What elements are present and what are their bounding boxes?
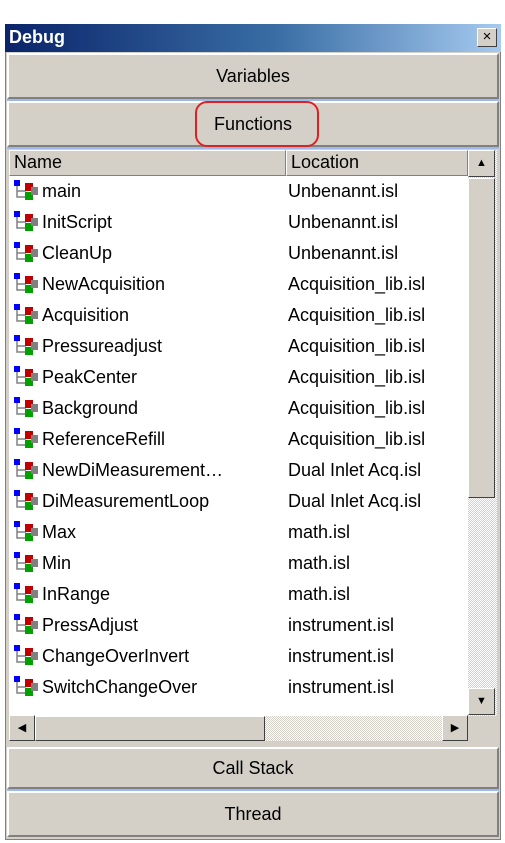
scroll-right-button[interactable]: ▶ <box>442 715 468 741</box>
function-tree-icon <box>13 489 41 511</box>
function-name: NewAcquisition <box>42 274 166 294</box>
highlight-circle <box>195 101 319 147</box>
function-tree-icon <box>13 303 41 325</box>
function-location: Acquisition_lib.isl <box>288 398 426 418</box>
function-location: Acquisition_lib.isl <box>288 336 426 356</box>
function-location: math.isl <box>288 553 351 573</box>
list-item[interactable]: ReferenceRefill Acquisition_lib.isl <box>9 424 468 455</box>
list-item[interactable]: DiMeasurementLoop Dual Inlet Acq.isl <box>9 486 468 517</box>
function-name: Max <box>42 522 77 542</box>
vertical-scroll-thumb[interactable] <box>468 178 495 498</box>
scroll-left-button[interactable]: ◀ <box>9 715 35 741</box>
function-location: Dual Inlet Acq.isl <box>288 460 422 480</box>
function-location: math.isl <box>288 522 351 542</box>
close-button[interactable]: × <box>477 28 497 47</box>
list-item[interactable]: PressAdjust instrument.isl <box>9 610 468 641</box>
horizontal-scrollbar[interactable]: ◀ ▶ <box>9 715 468 741</box>
function-location: instrument.isl <box>288 677 395 697</box>
function-name: Pressureadjust <box>42 336 163 356</box>
list-item[interactable]: Min math.isl <box>9 548 468 579</box>
function-tree-icon <box>13 551 41 573</box>
function-tree-icon <box>13 520 41 542</box>
thread-button[interactable]: Thread <box>7 791 499 837</box>
function-location: instrument.isl <box>288 646 395 666</box>
function-name: InRange <box>42 584 111 604</box>
function-location: Dual Inlet Acq.isl <box>288 491 422 511</box>
function-location: math.isl <box>288 584 351 604</box>
call-stack-button[interactable]: Call Stack <box>7 747 499 789</box>
variables-button[interactable]: Variables <box>7 53 499 99</box>
function-name: Background <box>42 398 139 418</box>
window-title: Debug <box>9 27 65 47</box>
list-item[interactable]: PeakCenter Acquisition_lib.isl <box>9 362 468 393</box>
title-bar: Debug × <box>5 24 501 52</box>
list-item[interactable]: NewAcquisition Acquisition_lib.isl <box>9 269 468 300</box>
function-name: PeakCenter <box>42 367 138 387</box>
function-tree-icon <box>13 334 41 356</box>
vertical-scrollbar[interactable]: ▲ ▼ <box>468 150 497 716</box>
function-name: InitScript <box>42 212 113 232</box>
function-tree-icon <box>13 272 41 294</box>
list-item[interactable]: NewDiMeasurement… Dual Inlet Acq.isl <box>9 455 468 486</box>
function-tree-icon <box>13 210 41 232</box>
function-location: Acquisition_lib.isl <box>288 367 426 387</box>
function-location: Unbenannt.isl <box>288 181 399 201</box>
list-item[interactable]: ChangeOverInvert instrument.isl <box>9 641 468 672</box>
list-item[interactable]: Acquisition Acquisition_lib.isl <box>9 300 468 331</box>
function-name: NewDiMeasurement… <box>42 460 224 480</box>
function-location: Unbenannt.isl <box>288 212 399 232</box>
function-name: main <box>42 181 82 201</box>
function-name: ChangeOverInvert <box>42 646 190 666</box>
function-location: Acquisition_lib.isl <box>288 274 426 294</box>
function-tree-icon <box>13 644 41 666</box>
function-tree-icon <box>13 458 41 480</box>
function-name: SwitchChangeOver <box>42 677 198 697</box>
function-name: CleanUp <box>42 243 113 263</box>
function-name: DiMeasurementLoop <box>42 491 210 511</box>
function-tree-icon <box>13 396 41 418</box>
function-tree-icon <box>13 241 41 263</box>
function-name: Acquisition <box>42 305 130 325</box>
scrollbar-corner <box>468 716 497 741</box>
function-tree-icon <box>13 582 41 604</box>
function-tree-icon <box>13 613 41 635</box>
scroll-up-button[interactable]: ▲ <box>468 150 495 177</box>
function-location: Acquisition_lib.isl <box>288 429 426 449</box>
list-item[interactable]: Max math.isl <box>9 517 468 548</box>
function-name: ReferenceRefill <box>42 429 166 449</box>
function-tree-icon <box>13 427 41 449</box>
list-item[interactable]: InRange math.isl <box>9 579 468 610</box>
list-item[interactable]: main Unbenannt.isl <box>9 176 468 207</box>
function-tree-icon <box>13 179 41 201</box>
separator <box>7 147 499 149</box>
scroll-down-button[interactable]: ▼ <box>468 688 495 715</box>
function-tree-icon <box>13 675 41 697</box>
list-item[interactable]: Background Acquisition_lib.isl <box>9 393 468 424</box>
function-location: instrument.isl <box>288 615 395 635</box>
list-item[interactable]: CleanUp Unbenannt.isl <box>9 238 468 269</box>
function-location: Unbenannt.isl <box>288 243 399 263</box>
function-name: Min <box>42 553 72 573</box>
list-item[interactable]: Pressureadjust Acquisition_lib.isl <box>9 331 468 362</box>
function-tree-icon <box>13 365 41 387</box>
column-header-location[interactable]: Location <box>286 150 468 176</box>
column-header-name[interactable]: Name <box>9 150 286 176</box>
horizontal-scroll-thumb[interactable] <box>35 716 265 741</box>
function-name: PressAdjust <box>42 615 139 635</box>
functions-list[interactable]: Name Location main Unbenannt.isl InitScrip… <box>9 150 497 741</box>
list-item[interactable]: InitScript Unbenannt.isl <box>9 207 468 238</box>
list-item[interactable]: SwitchChangeOver instrument.isl <box>9 672 468 703</box>
function-location: Acquisition_lib.isl <box>288 305 426 325</box>
